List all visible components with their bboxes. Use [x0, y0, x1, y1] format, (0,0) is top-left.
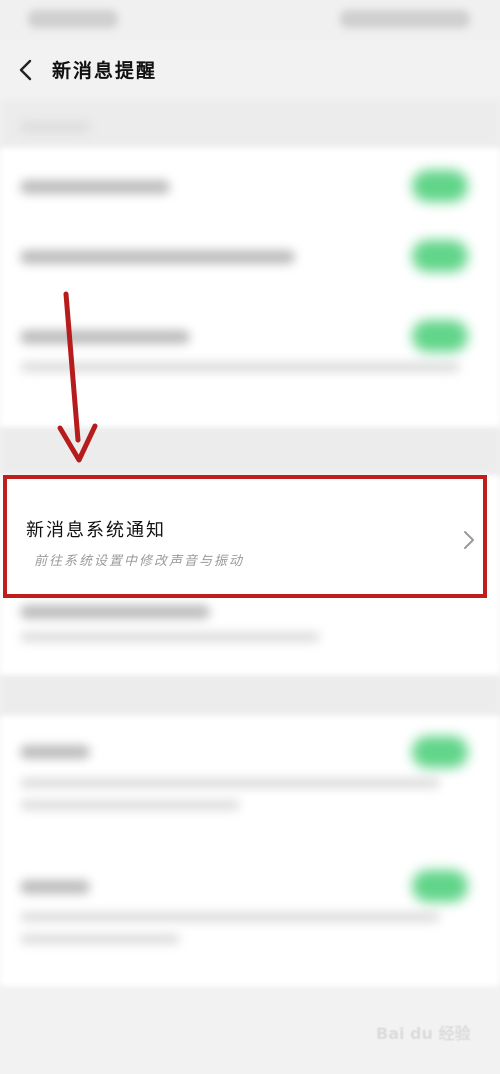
- row-label-blur: [20, 880, 90, 894]
- section-header-text-blur: [20, 122, 90, 132]
- row-title: 新消息系统通知: [26, 520, 166, 541]
- watermark-logo: Bai du 经验: [376, 1012, 472, 1052]
- top-bar: 新消息提醒: [0, 40, 500, 100]
- page-title: 新消息提醒: [52, 60, 158, 82]
- row-desc-blur: [20, 934, 180, 944]
- toggle-switch[interactable]: [412, 736, 468, 768]
- row-desc-blur: [20, 778, 440, 788]
- row-label-blur: [20, 250, 295, 264]
- chevron-right-icon: [464, 531, 474, 549]
- row-label-blur: [20, 180, 170, 194]
- settings-screen: 新消息提醒 新消息系统通知 前往系统设置中修改声音与振动 Bai du 经验: [0, 0, 500, 1074]
- status-bar: [0, 0, 500, 40]
- toggle-switch[interactable]: [412, 870, 468, 902]
- toggle-switch[interactable]: [412, 170, 468, 202]
- row-desc-blur: [20, 632, 320, 642]
- toggle-switch[interactable]: [412, 240, 468, 272]
- row-desc-blur: [20, 800, 240, 810]
- row-label-blur: [20, 745, 90, 759]
- back-icon[interactable]: [14, 58, 38, 82]
- down-arrow-icon: [57, 291, 98, 463]
- watermark-text: Bai du 经验: [376, 1024, 471, 1043]
- row-desc-blur: [20, 912, 440, 922]
- row-subtitle: 前往系统设置中修改声音与振动: [34, 554, 245, 569]
- row-label-blur: [20, 605, 210, 619]
- status-icons-blur: [340, 10, 470, 28]
- section-gap: [0, 676, 500, 716]
- toggle-switch[interactable]: [412, 320, 468, 352]
- status-time-blur: [28, 10, 118, 28]
- system-notification-row[interactable]: 新消息系统通知 前往系统设置中修改声音与振动: [4, 476, 490, 598]
